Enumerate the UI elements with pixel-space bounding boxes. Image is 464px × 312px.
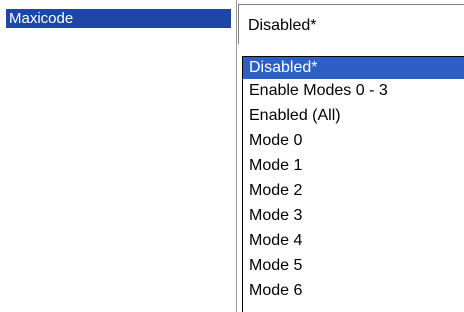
column-divider[interactable]: [236, 0, 237, 312]
option-enable-modes-0-3[interactable]: Enable Modes 0 - 3: [243, 80, 464, 102]
option-mode-1[interactable]: Mode 1: [243, 155, 464, 177]
option-mode-4[interactable]: Mode 4: [243, 230, 464, 252]
option-mode-2[interactable]: Mode 2: [243, 180, 464, 202]
option-disabled[interactable]: Disabled*: [243, 57, 464, 79]
option-mode-3[interactable]: Mode 3: [243, 205, 464, 227]
property-grid: Maxicode Disabled* Disabled* Enable Mode…: [0, 0, 464, 312]
property-row-maxicode[interactable]: Maxicode Disabled*: [0, 0, 464, 44]
property-value-combo[interactable]: Disabled*: [238, 4, 464, 44]
option-enabled-all[interactable]: Enabled (All): [243, 105, 464, 127]
option-mode-0[interactable]: Mode 0: [243, 130, 464, 152]
option-mode-6[interactable]: Mode 6: [243, 280, 464, 302]
combo-current-value: Disabled*: [248, 17, 317, 34]
option-mode-5[interactable]: Mode 5: [243, 255, 464, 277]
property-label[interactable]: Maxicode: [6, 9, 231, 28]
options-dropdown-list[interactable]: Disabled* Enable Modes 0 - 3 Enabled (Al…: [242, 56, 464, 312]
